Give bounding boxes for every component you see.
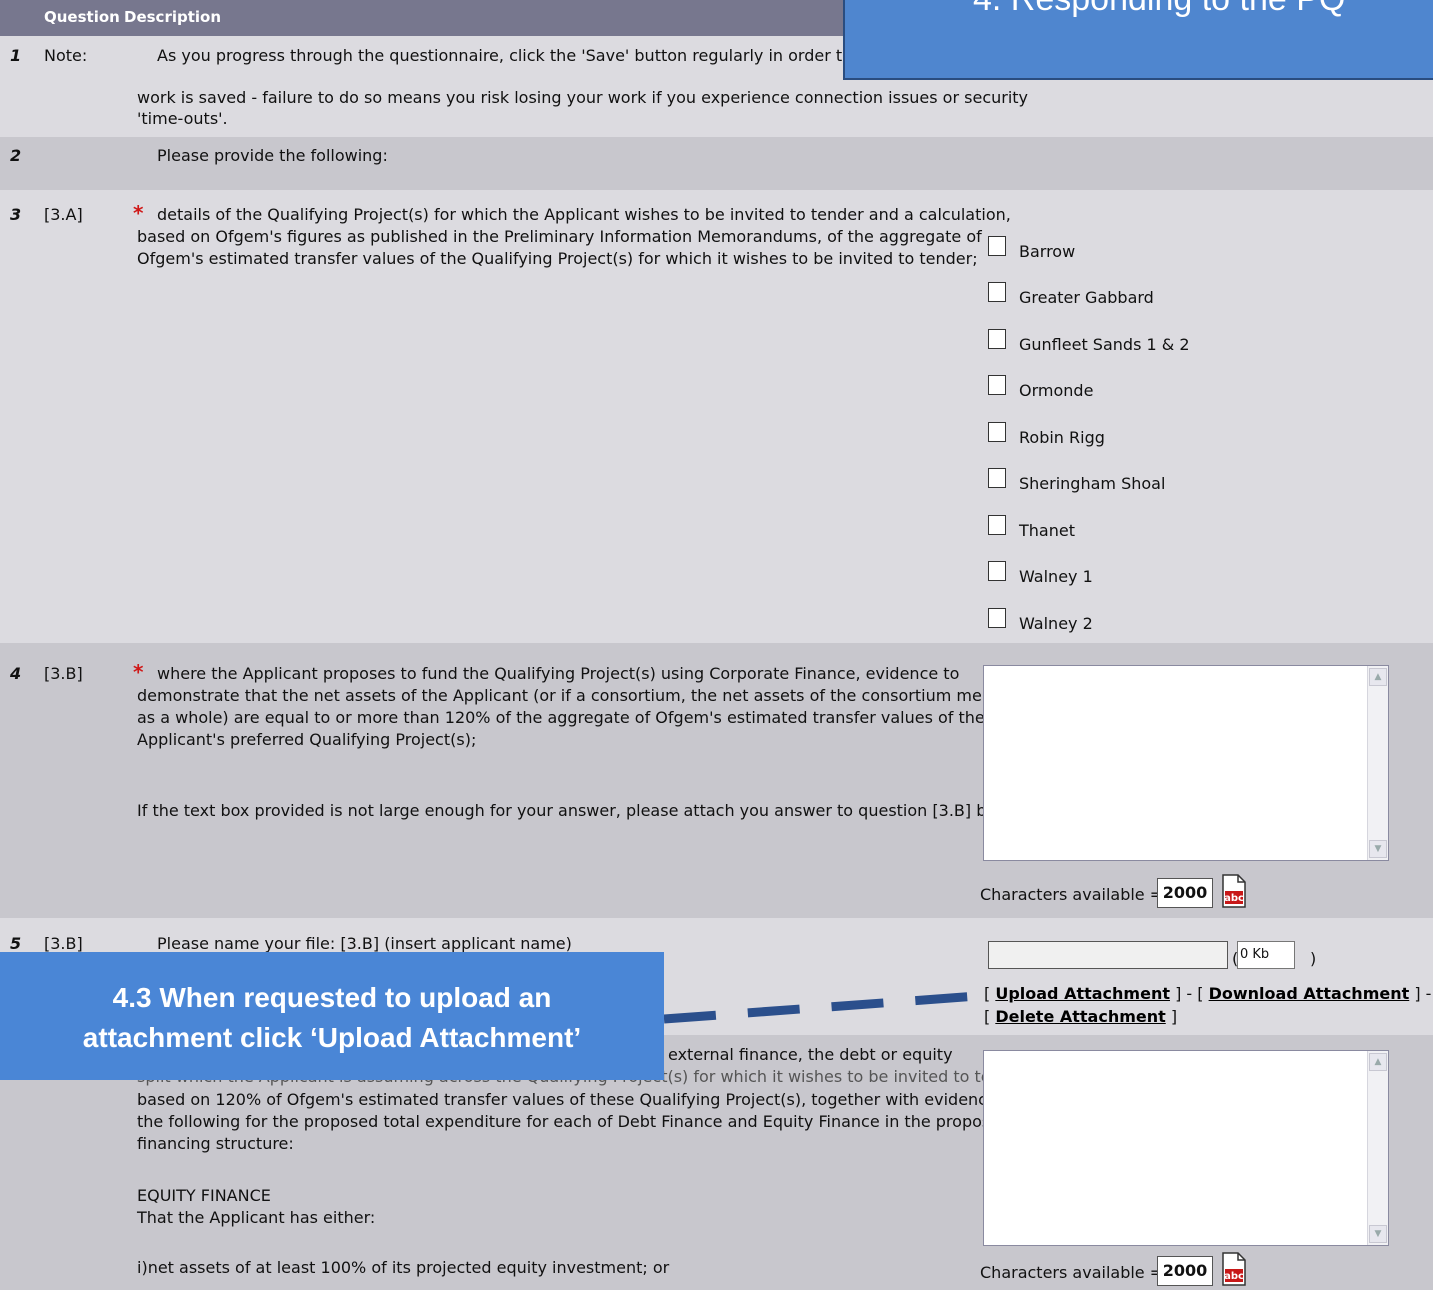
instruction-line: attachment click ‘Upload Attachment’ xyxy=(82,1022,582,1053)
instruction-callout: 4.3 When requested to upload an attachme… xyxy=(0,952,664,1080)
instruction-line: 4.3 When requested to upload an xyxy=(112,982,552,1013)
dashed-connector xyxy=(663,991,979,1024)
